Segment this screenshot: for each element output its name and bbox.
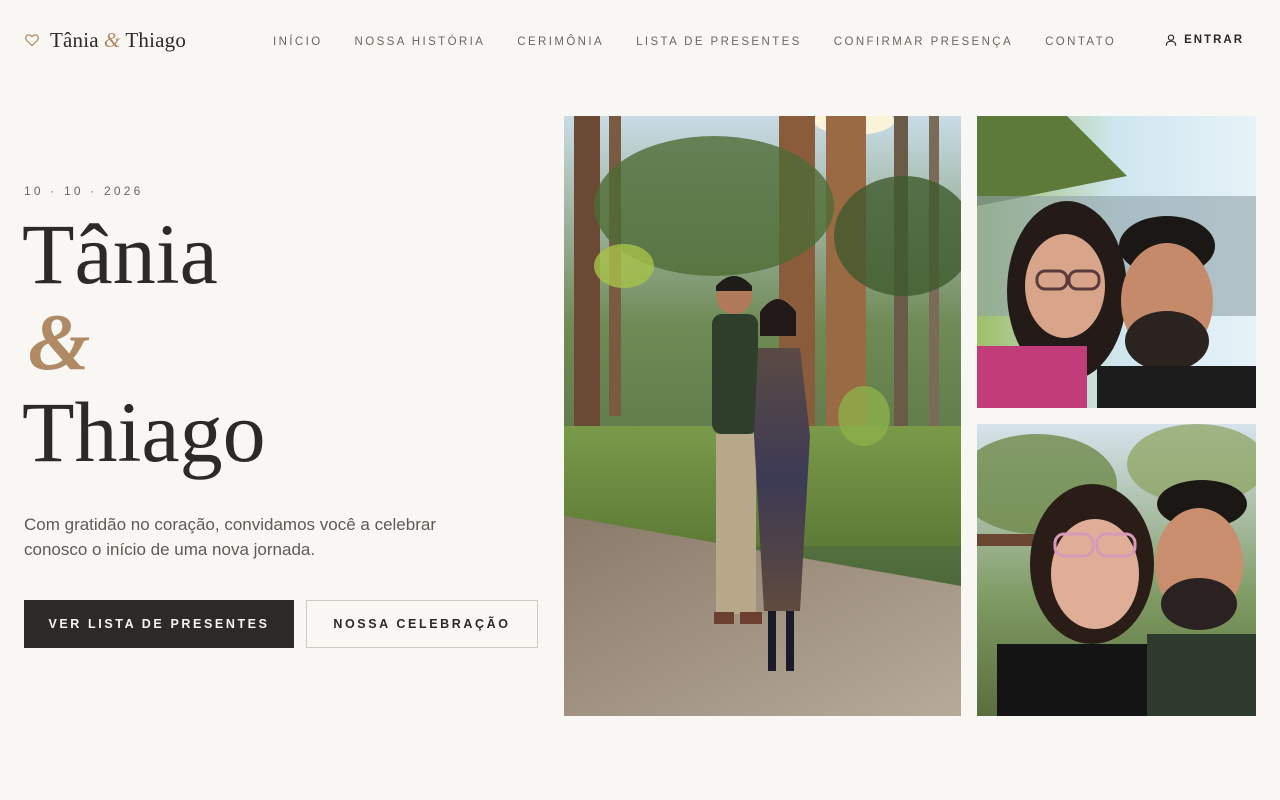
couple-standing-in-forest-photo [564, 116, 961, 716]
hero-name-second: Thiago [22, 384, 266, 480]
site-logo-link[interactable]: Tânia & Thiago [24, 24, 186, 56]
hero-lead-text: Com gratidão no coração, convidamos você… [24, 515, 436, 559]
main-nav: INÍCIO NOSSA HISTÓRIA CERIMÔNIA LISTA DE… [273, 34, 1116, 50]
login-label: ENTRAR [1184, 34, 1244, 46]
our-celebration-button[interactable]: NOSSA CELEBRAÇÃO [306, 600, 538, 648]
login-link[interactable]: ENTRAR [1164, 32, 1244, 48]
nav-item-cerimonia[interactable]: CERIMÔNIA [517, 34, 604, 50]
user-icon [1164, 33, 1178, 47]
hero-name-first: Tânia [22, 206, 218, 302]
hero-title: Tânia & Thiago [22, 210, 266, 476]
brand-first-name: Tânia [50, 27, 99, 52]
couple-selfie-trees-photo [977, 424, 1256, 716]
nav-item-lista-de-presentes[interactable]: LISTA DE PRESENTES [636, 34, 802, 50]
brand-second-name: Thiago [125, 27, 187, 52]
hero-ampersand: & [28, 299, 91, 387]
view-gift-list-button[interactable]: VER LISTA DE PRESENTES [24, 600, 294, 648]
nav-item-inicio[interactable]: INÍCIO [273, 34, 323, 50]
nav-item-nossa-historia[interactable]: NOSSA HISTÓRIA [355, 34, 486, 50]
nav-item-contato[interactable]: CONTATO [1045, 34, 1116, 50]
wedding-date: 10 · 10 · 2026 [24, 184, 144, 198]
couple-selfie-lake-photo [977, 116, 1256, 408]
brand-name: Tânia & Thiago [50, 28, 186, 53]
heart-icon [24, 32, 40, 48]
brand-ampersand: & [103, 27, 121, 52]
site-header: Tânia & Thiago INÍCIO NOSSA HISTÓRIA CERIM… [0, 0, 1280, 82]
nav-item-confirmar-presenca[interactable]: CONFIRMAR PRESENÇA [834, 34, 1013, 50]
